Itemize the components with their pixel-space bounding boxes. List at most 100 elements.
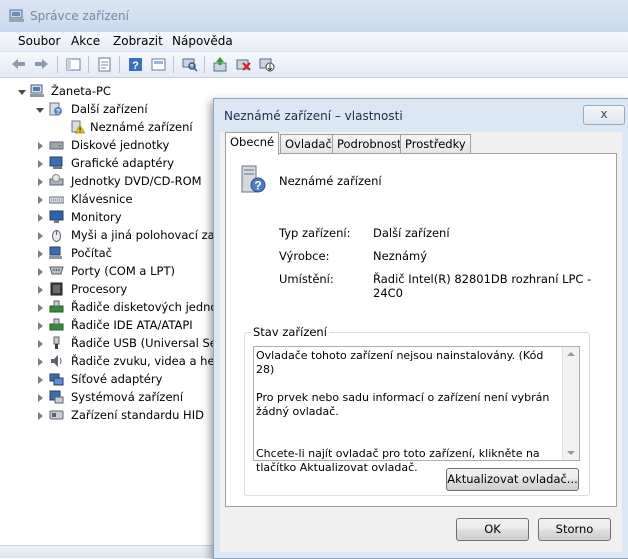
tree-item-label: Neznámé zařízení xyxy=(90,120,193,134)
tree-item-label: Další zařízení xyxy=(71,102,148,116)
update-driver-icon[interactable] xyxy=(212,56,229,72)
device-type-label: Typ zařízení: xyxy=(279,226,351,240)
expand-arrow-icon[interactable] xyxy=(38,142,43,150)
status-scrollbar[interactable] xyxy=(562,347,579,460)
network-icon xyxy=(49,373,64,386)
expand-arrow-icon[interactable] xyxy=(38,178,43,186)
tree-item-label: Počítač xyxy=(71,246,112,260)
cancel-button[interactable]: Storno xyxy=(538,518,611,541)
view-icon[interactable] xyxy=(150,56,167,72)
menu-view[interactable]: Zobrazit xyxy=(113,34,163,48)
tree-item-label: Porty (COM a LPT) xyxy=(71,264,175,278)
update-driver-button[interactable]: Aktualizovat ovladač... xyxy=(446,468,579,491)
device-status-title: Stav zařízení xyxy=(251,325,329,339)
help-icon[interactable]: ? xyxy=(127,56,144,72)
expand-arrow-icon[interactable] xyxy=(38,196,43,204)
location-label: Umístění: xyxy=(279,272,334,286)
expand-arrow-icon[interactable] xyxy=(38,358,43,366)
tab-resources[interactable]: Prostředky xyxy=(400,134,471,154)
window-titlebar: Správce zařízení xyxy=(0,0,628,32)
scan-hardware-icon[interactable] xyxy=(181,56,198,72)
sound-icon xyxy=(51,355,62,367)
menu-bar: Soubor Akce Zobrazit Nápověda xyxy=(0,32,628,52)
tree-item-label: Systémová zařízení xyxy=(71,390,184,404)
disk-drive-icon xyxy=(49,141,64,150)
close-icon: x xyxy=(600,107,608,121)
device-name: Neznámé zařízení xyxy=(279,174,382,188)
tree-root-label: Žaneta-PC xyxy=(51,84,111,98)
tree-item-label: Myši a jiná polohovací zaří xyxy=(71,228,223,242)
tree-item-label: Jednotky DVD/CD-ROM xyxy=(71,174,202,188)
dialog-body: Obecné Ovladač Podrobnosti Prostředky ? … xyxy=(220,132,622,552)
tab-driver[interactable]: Ovladač xyxy=(280,134,337,154)
expand-arrow-icon[interactable] xyxy=(38,376,43,384)
tree-item-label: Zařízení standardu HID xyxy=(71,408,204,422)
scroll-up-icon[interactable] xyxy=(567,352,575,356)
properties-icon[interactable] xyxy=(96,56,113,72)
svg-text:?: ? xyxy=(254,179,261,193)
menu-help[interactable]: Nápověda xyxy=(172,34,233,48)
device-status-group: Stav zařízení Ovladače tohoto zařízení n… xyxy=(244,325,590,496)
computer-icon xyxy=(30,84,44,97)
expand-arrow-icon[interactable] xyxy=(38,250,43,258)
display-adapter-icon xyxy=(49,156,63,169)
controller-icon xyxy=(49,318,64,331)
window-title: Správce zařízení xyxy=(30,9,129,23)
port-icon xyxy=(49,266,64,275)
close-button[interactable]: x xyxy=(583,105,625,125)
tree-item-label: Řadiče zvuku, videa a her xyxy=(71,354,220,368)
usb-icon xyxy=(53,336,60,349)
device-manager-app-icon xyxy=(9,9,24,22)
computer-icon xyxy=(49,246,62,259)
device-status-textbox[interactable]: Ovladače tohoto zařízení nejsou nainstal… xyxy=(253,346,580,474)
device-status-text: Ovladače tohoto zařízení nejsou nainstal… xyxy=(256,349,550,474)
expand-arrow-icon[interactable] xyxy=(38,412,43,420)
keyboard-icon xyxy=(49,196,64,204)
dialog-title: Neznámé zařízení – vlastnosti xyxy=(224,109,403,123)
unknown-device-icon: ? xyxy=(241,165,266,193)
manufacturer-value: Neznámý xyxy=(373,249,428,263)
unknown-device-category-icon: ? xyxy=(49,102,62,116)
expand-arrow-icon[interactable] xyxy=(38,160,43,168)
tree-item-label: Řadiče IDE ATA/ATAPI xyxy=(71,318,193,332)
svg-text:?: ? xyxy=(56,109,60,116)
tab-panel-general: ? Neznámé zařízení Typ zařízení: Další z… xyxy=(225,153,617,507)
manufacturer-label: Výrobce: xyxy=(279,249,330,263)
tree-item-label: Grafické adaptéry xyxy=(71,156,175,170)
ok-button[interactable]: OK xyxy=(456,518,529,541)
tree-item-label: Diskové jednotky xyxy=(71,138,170,152)
expand-arrow-icon[interactable] xyxy=(38,394,43,402)
properties-dialog: Neznámé zařízení – vlastnosti x Obecné O… xyxy=(213,98,628,559)
toolbar: ? xyxy=(0,52,628,78)
menu-file[interactable]: Soubor xyxy=(18,34,60,48)
expand-arrow-icon[interactable] xyxy=(38,286,43,294)
location-value: Řadič Intel(R) 82801DB rozhraní LPC - 24… xyxy=(373,272,592,300)
scroll-down-icon[interactable] xyxy=(567,451,575,455)
expand-arrow-icon[interactable] xyxy=(38,232,43,240)
expand-arrow-icon[interactable] xyxy=(38,322,43,330)
tree-item-label: Procesory xyxy=(71,282,128,296)
tree-item-label: Klávesnice xyxy=(71,192,133,206)
system-device-icon xyxy=(49,390,64,404)
uninstall-icon[interactable] xyxy=(235,56,252,72)
dvd-drive-icon xyxy=(49,174,64,186)
tab-details[interactable]: Podrobnosti xyxy=(332,134,410,154)
menu-action[interactable]: Akce xyxy=(71,34,100,48)
show-hide-tree-icon[interactable] xyxy=(65,56,82,72)
hid-icon xyxy=(49,410,64,420)
warning-device-icon xyxy=(71,120,85,134)
disable-icon[interactable] xyxy=(258,56,275,72)
forward-icon[interactable] xyxy=(33,56,50,72)
tree-item-label: Monitory xyxy=(71,210,122,224)
device-type-value: Další zařízení xyxy=(373,226,450,240)
back-icon[interactable] xyxy=(10,56,27,72)
expand-arrow-icon[interactable] xyxy=(38,214,43,222)
collapse-arrow-icon[interactable] xyxy=(36,108,44,113)
collapse-arrow-icon[interactable] xyxy=(18,90,26,95)
tab-general[interactable]: Obecné xyxy=(225,132,280,155)
mouse-icon xyxy=(52,230,61,242)
expand-arrow-icon[interactable] xyxy=(38,268,43,276)
processor-icon xyxy=(50,282,63,296)
expand-arrow-icon[interactable] xyxy=(38,340,43,348)
expand-arrow-icon[interactable] xyxy=(38,304,43,312)
